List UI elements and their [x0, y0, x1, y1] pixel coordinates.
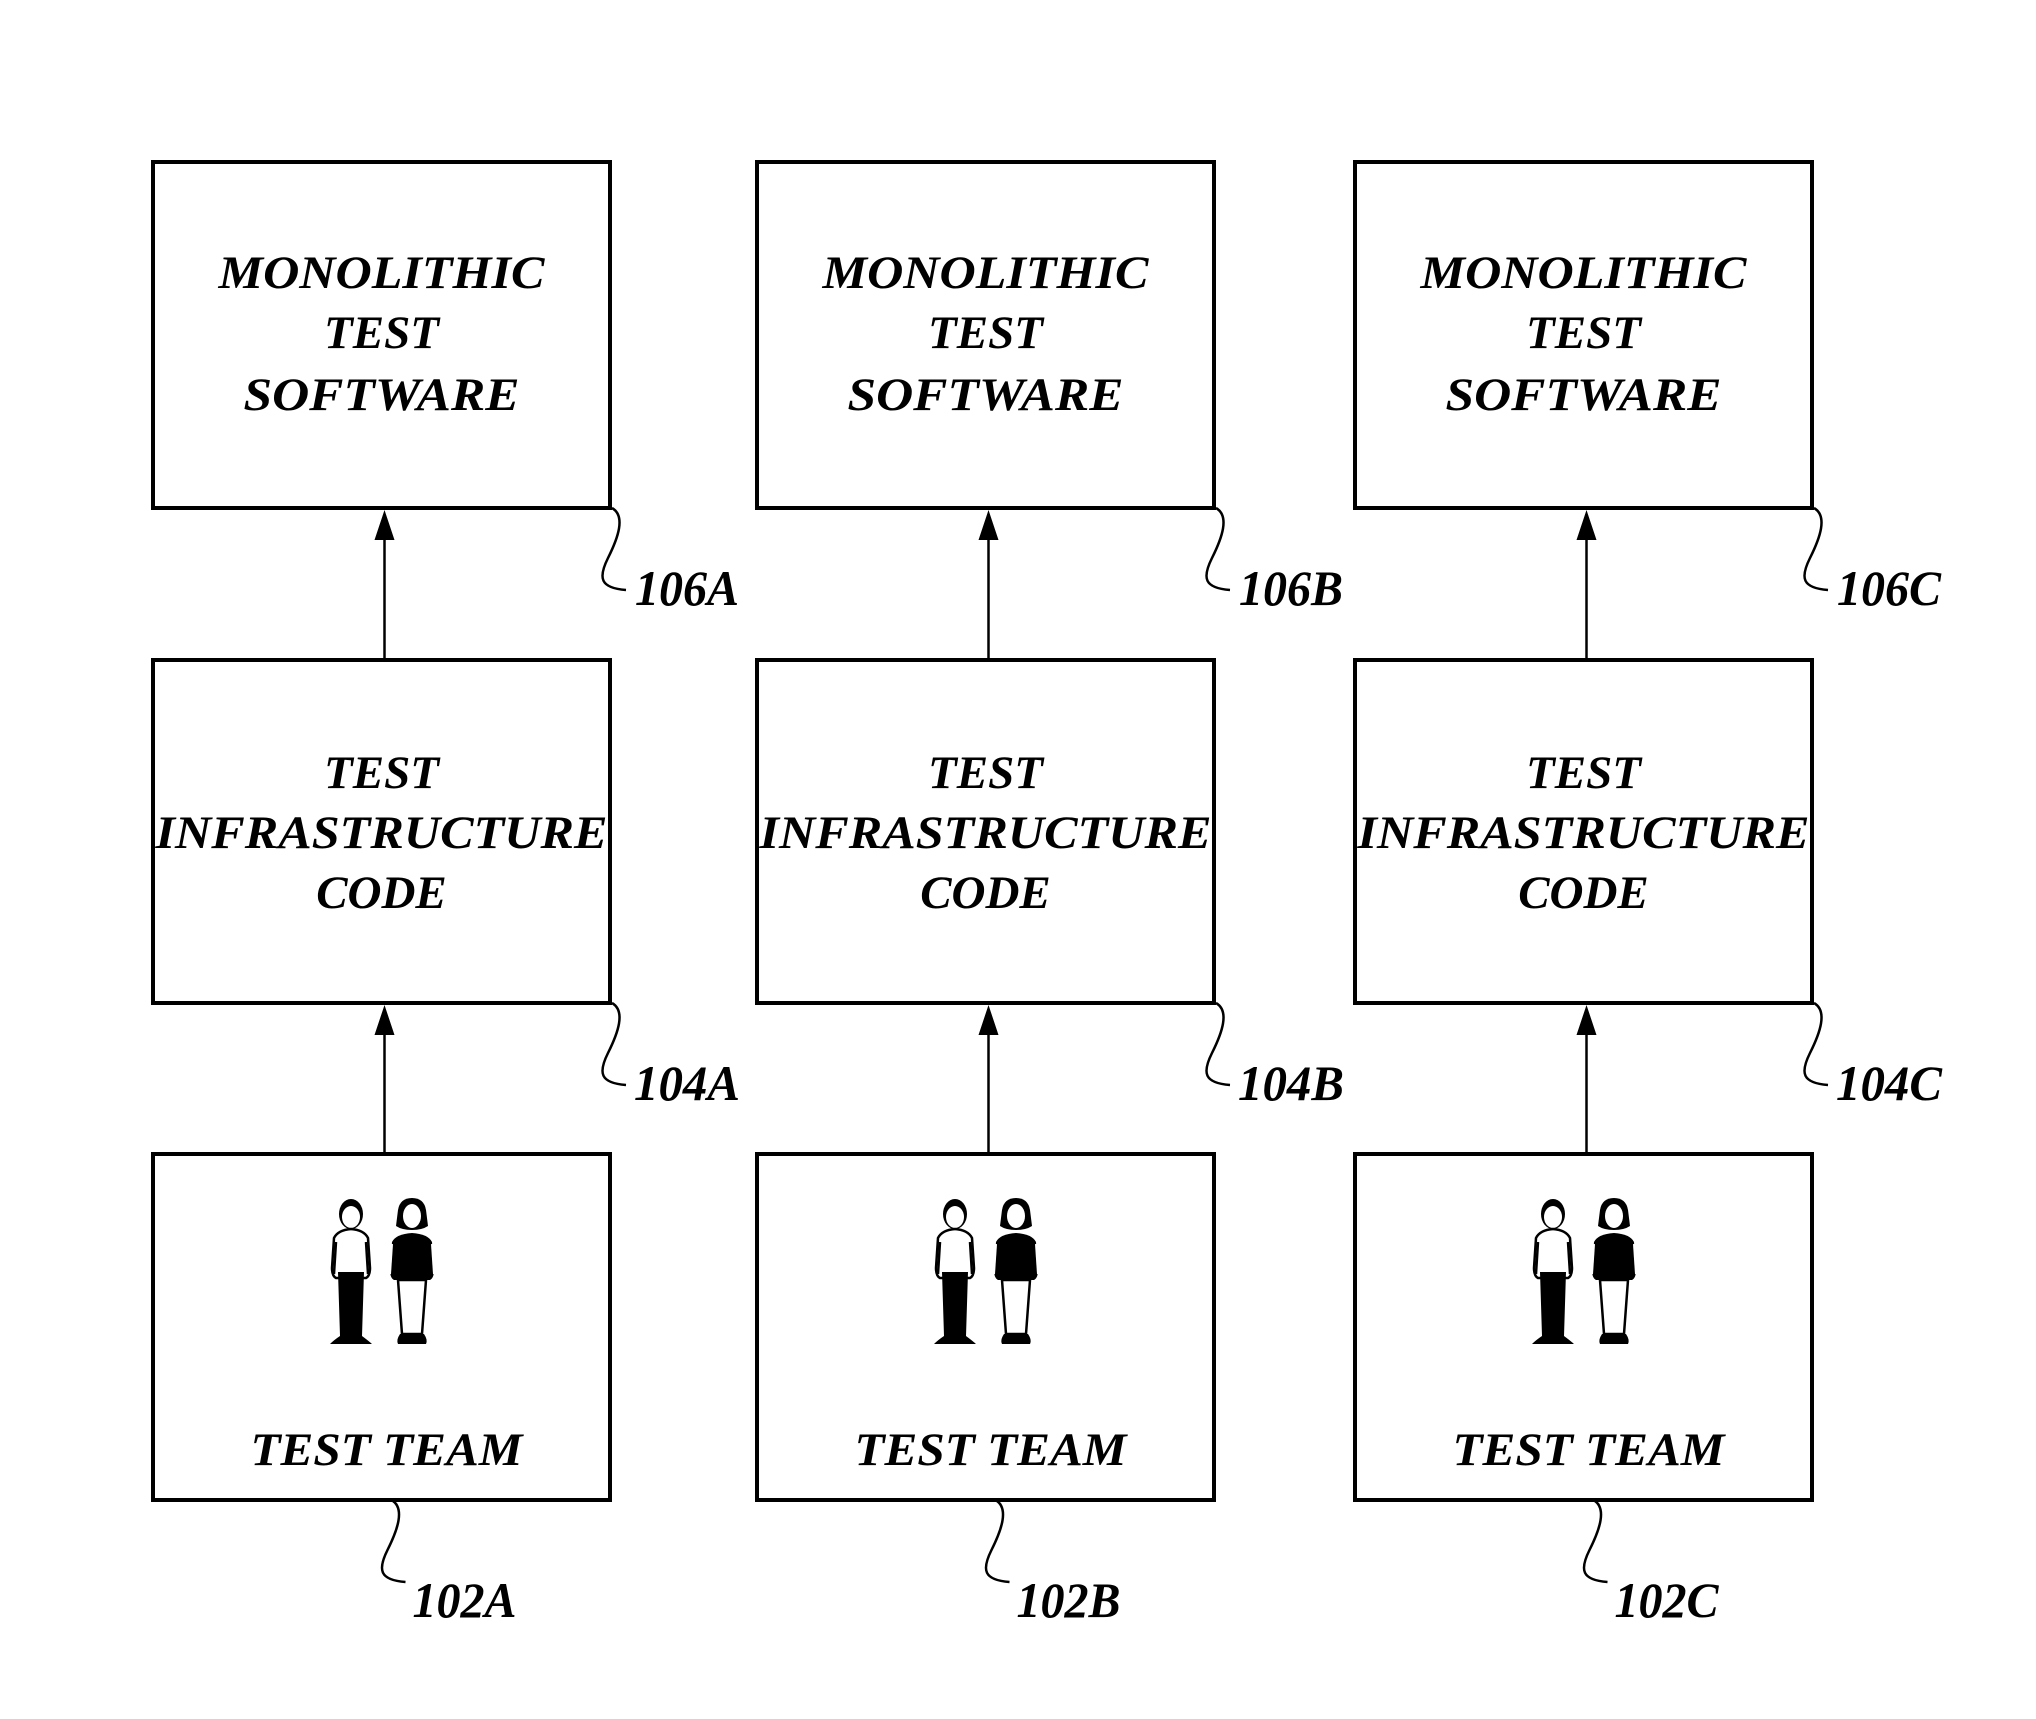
reference-numeral: 102B [1017, 1572, 1121, 1628]
reference-numeral: 104B [1238, 1055, 1344, 1111]
software-box-label-line: SOFTWARE [1446, 369, 1722, 421]
leader-line [601, 506, 627, 592]
diagram: MONOLITHIC TEST SOFTWARE 106A TEST INFRASTRUC… [151, 160, 1943, 1628]
infrastructure-box-label-line: INFRASTRUCTURE [758, 807, 1211, 859]
software-box-label-line: MONOLITHIC [821, 247, 1149, 299]
infrastructure-box-label-line: CODE [920, 867, 1051, 919]
arrow-team-to-infrastructure [1576, 1005, 1597, 1154]
software-box-label-line: MONOLITHIC [1419, 247, 1747, 299]
software-box-label-line: TEST [928, 307, 1045, 359]
software-box: MONOLITHIC TEST SOFTWARE 106B [755, 160, 1343, 616]
leader-line [380, 1498, 406, 1584]
reference-numeral: 102A [413, 1572, 517, 1628]
reference-numeral: 102C [1615, 1572, 1720, 1628]
infrastructure-box-label-line: INFRASTRUCTURE [1356, 807, 1809, 859]
infrastructure-box: TEST INFRASTRUCTURE CODE 104C [1353, 658, 1943, 1111]
software-box: MONOLITHIC TEST SOFTWARE 106C [1353, 160, 1942, 616]
reference-numeral: 106B [1239, 560, 1343, 616]
leader-line [1205, 1001, 1231, 1087]
software-box-label-line: SOFTWARE [848, 369, 1124, 421]
reference-numeral: 104A [634, 1055, 740, 1111]
leader-line [1582, 1498, 1608, 1584]
leader-line [1803, 506, 1829, 592]
arrowhead-icon [1576, 510, 1597, 540]
column-b: MONOLITHIC TEST SOFTWARE 106B TEST INFRASTRUC… [755, 160, 1344, 1628]
leader-line [1205, 506, 1231, 592]
infrastructure-box: TEST INFRASTRUCTURE CODE 104B [755, 658, 1344, 1111]
software-box-label-line: SOFTWARE [244, 369, 520, 421]
arrow-infrastructure-to-software [978, 510, 999, 660]
infrastructure-box-label-line: TEST [324, 747, 441, 799]
infrastructure-box-label-line: CODE [1518, 867, 1649, 919]
team-box-label: TEST TEAM [855, 1424, 1129, 1476]
arrowhead-icon [978, 1005, 999, 1035]
reference-numeral: 106A [635, 560, 739, 616]
arrowhead-icon [1576, 1005, 1597, 1035]
arrow-infrastructure-to-software [1576, 510, 1597, 660]
team-box-label: TEST TEAM [251, 1424, 525, 1476]
infrastructure-box-label-line: TEST [1526, 747, 1643, 799]
arrowhead-icon [978, 510, 999, 540]
column-a: MONOLITHIC TEST SOFTWARE 106A TEST INFRASTRUC… [151, 160, 740, 1628]
reference-numeral: 104C [1836, 1055, 1943, 1111]
arrowhead-icon [374, 510, 395, 540]
infrastructure-box-label-line: TEST [928, 747, 1045, 799]
leader-line [984, 1498, 1010, 1584]
team-box: TEST TEAM 102A [151, 1152, 612, 1628]
infrastructure-box-label-line: INFRASTRUCTURE [154, 807, 607, 859]
software-box: MONOLITHIC TEST SOFTWARE 106A [151, 160, 739, 616]
reference-numeral: 106C [1837, 560, 1942, 616]
arrow-team-to-infrastructure [374, 1005, 395, 1154]
leader-line [1803, 1001, 1829, 1087]
infrastructure-box: TEST INFRASTRUCTURE CODE 104A [151, 658, 740, 1111]
software-box-label-line: MONOLITHIC [217, 247, 545, 299]
column-c: MONOLITHIC TEST SOFTWARE 106C TEST INFRASTRUC… [1353, 160, 1943, 1628]
arrow-team-to-infrastructure [978, 1005, 999, 1154]
arrow-infrastructure-to-software [374, 510, 395, 660]
leader-line [601, 1001, 627, 1087]
arrowhead-icon [374, 1005, 395, 1035]
team-box: TEST TEAM 102C [1353, 1152, 1814, 1628]
team-box: TEST TEAM 102B [755, 1152, 1216, 1628]
infrastructure-box-label-line: CODE [316, 867, 447, 919]
software-box-label-line: TEST [324, 307, 441, 359]
software-box-label-line: TEST [1526, 307, 1643, 359]
team-box-label: TEST TEAM [1453, 1424, 1727, 1476]
